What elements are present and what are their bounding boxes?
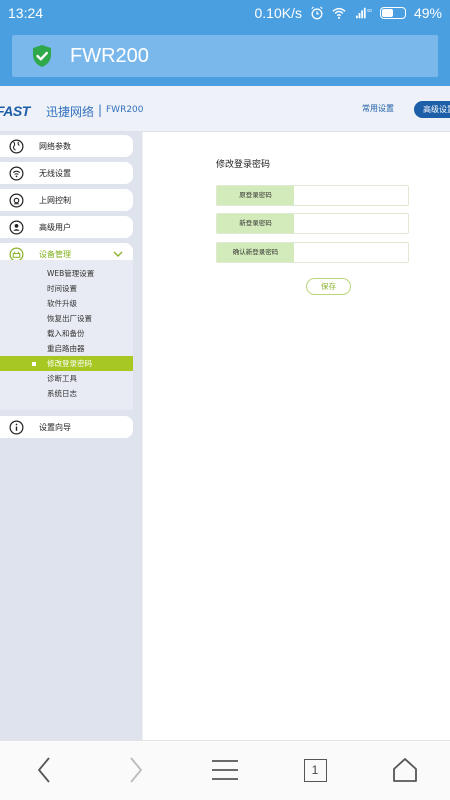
alarm-icon: [311, 6, 323, 20]
new-password-input[interactable]: [295, 215, 405, 232]
sidebar-item-label: 设置向导: [39, 422, 71, 432]
chevron-right-icon: [130, 757, 143, 783]
globe-icon: [9, 139, 24, 153]
sidebar-item-label: 设备管理: [39, 249, 71, 259]
field-label: 原登录密码: [217, 186, 294, 205]
router-header: FAST 迅捷网络 | FWR200 常用设置 高级设置: [0, 86, 450, 132]
model-name: FWR200: [106, 105, 144, 115]
confirm-password-input[interactable]: [295, 244, 405, 261]
field-label: 新登录密码: [217, 214, 294, 233]
advanced-settings-button[interactable]: 高级设置: [414, 101, 450, 118]
forward-button[interactable]: [121, 755, 151, 785]
wifi-icon: [9, 166, 24, 180]
tab-count: 1: [303, 758, 327, 782]
wifi-status-icon: [332, 7, 346, 19]
submenu-item[interactable]: 诊断工具: [0, 371, 133, 386]
device-management-submenu: WEB管理设置 时间设置 软件升级 恢复出厂设置 载入和备份 重启路由器 修改登…: [0, 260, 133, 410]
old-password-input[interactable]: [295, 187, 405, 204]
sidebar-item-wireless[interactable]: 无线设置: [0, 162, 133, 184]
submenu-item-selected[interactable]: 修改登录密码: [0, 356, 133, 371]
status-time: 13:24: [8, 5, 44, 21]
network-type: 4G: [366, 8, 372, 13]
sidebar-item-label: 上网控制: [39, 195, 71, 205]
chevron-down-icon: [113, 251, 123, 257]
sidebar-item-network[interactable]: 网络参数: [0, 135, 133, 157]
info-icon: [9, 420, 24, 434]
control-icon: [9, 193, 24, 207]
brand-separator: |: [98, 103, 103, 117]
shield-check-icon: [33, 45, 51, 67]
submenu-item[interactable]: 载入和备份: [0, 326, 133, 341]
status-bar: 13:24 0.10K/s 4G 49%: [0, 0, 450, 28]
submenu-item[interactable]: 系统日志: [0, 386, 133, 401]
chevron-left-icon: [37, 757, 50, 783]
save-button[interactable]: 保存: [306, 278, 351, 295]
sidebar: 网络参数 无线设置 上网控制 高级用户 设备管理 WEB管理设置 时间设置 软件…: [0, 132, 142, 740]
common-settings-button[interactable]: 常用设置: [362, 103, 394, 114]
sidebar-item-advanced-user[interactable]: 高级用户: [0, 216, 133, 238]
net-speed: 0.10K/s: [254, 5, 302, 21]
submenu-item[interactable]: 恢复出厂设置: [0, 311, 133, 326]
back-button[interactable]: [29, 755, 59, 785]
battery-percent: 49%: [413, 5, 442, 21]
old-password-field: 原登录密码: [216, 185, 409, 206]
field-label: 确认新登录密码: [217, 243, 294, 262]
signal-icon: 4G: [355, 7, 372, 19]
app-header: FWR200: [0, 28, 450, 86]
submenu-item[interactable]: 重启路由器: [0, 341, 133, 356]
browser-bottom-nav: 1: [0, 740, 450, 800]
title-box: FWR200: [12, 35, 438, 77]
new-password-field: 新登录密码: [216, 213, 409, 234]
brand-logo: FAST: [0, 103, 30, 119]
app-title: FWR200: [70, 44, 149, 67]
sidebar-item-setup-wizard[interactable]: 设置向导: [0, 416, 133, 438]
brand-name: 迅捷网络: [46, 105, 95, 119]
battery-icon: [379, 7, 406, 19]
menu-button[interactable]: [210, 755, 240, 785]
status-icons: 0.10K/s 4G 49%: [254, 5, 442, 21]
tabs-button[interactable]: 1: [300, 755, 330, 785]
sidebar-item-label: 高级用户: [39, 222, 71, 232]
home-icon: [393, 758, 417, 782]
submenu-item[interactable]: 软件升级: [0, 296, 133, 311]
page-title: 修改登录密码: [216, 160, 271, 170]
main-content: 修改登录密码 原登录密码 新登录密码 确认新登录密码 保存: [143, 132, 450, 740]
menu-icon: [212, 760, 238, 780]
submenu-item[interactable]: WEB管理设置: [0, 266, 133, 281]
sidebar-item-access-control[interactable]: 上网控制: [0, 189, 133, 211]
confirm-password-field: 确认新登录密码: [216, 242, 409, 263]
submenu-item[interactable]: 时间设置: [0, 281, 133, 296]
sidebar-item-label: 无线设置: [39, 168, 71, 178]
home-button[interactable]: [390, 755, 420, 785]
user-icon: [9, 220, 24, 234]
sidebar-item-label: 网络参数: [39, 141, 71, 151]
